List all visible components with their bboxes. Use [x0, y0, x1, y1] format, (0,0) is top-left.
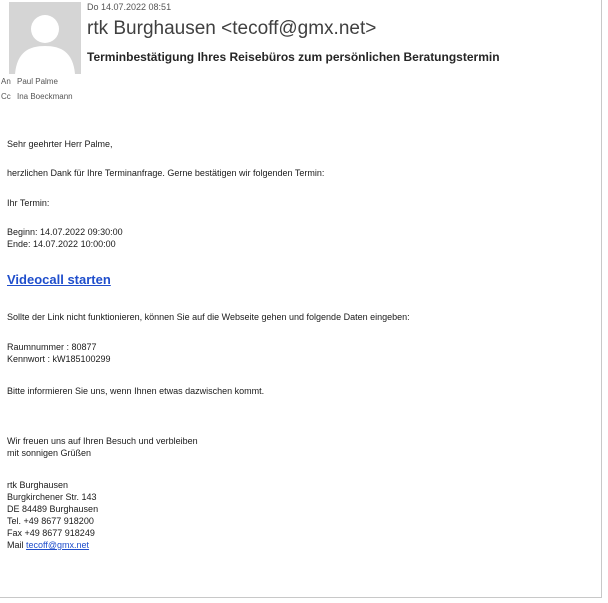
signature-street: Burgkirchener Str. 143 [7, 492, 97, 502]
sender-avatar [9, 2, 81, 74]
mail-link[interactable]: tecoff@gmx.net [26, 540, 89, 550]
person-placeholder-icon [9, 2, 81, 74]
cc-recipient[interactable]: Ina Boeckmann [17, 92, 73, 101]
cc-row: Cc Ina Boeckmann [1, 92, 73, 101]
email-subject: Terminbestätigung Ihres Reisebüros zum p… [87, 50, 500, 64]
signature-name: rtk Burghausen [7, 480, 69, 490]
signature-block: rtk Burghausen Burgkirchener Str. 143 DE… [7, 479, 98, 551]
greeting-line: Sehr geehrter Herr Palme, [7, 139, 113, 149]
thanks-line: herzlichen Dank für Ihre Terminanfrage. … [7, 168, 325, 178]
start-time: Beginn: 14.07.2022 09:30:00 [7, 227, 123, 237]
password-line: Kennwort : kW185100299 [7, 354, 111, 364]
looking-forward-line: Wir freuen uns auf Ihren Besuch und verb… [7, 436, 198, 446]
videocall-link[interactable]: Videocall starten [7, 273, 111, 286]
to-recipient[interactable]: Paul Palme [17, 77, 58, 86]
sent-date: Do 14.07.2022 08:51 [87, 2, 172, 12]
inform-line: Bitte informieren Sie uns, wenn Ihnen et… [7, 386, 265, 396]
mail-label: Mail [7, 540, 24, 550]
end-time: Ende: 14.07.2022 10:00:00 [7, 239, 116, 249]
signature-mail-row: Mail tecoff@gmx.net [7, 539, 98, 551]
signature-fax: Fax +49 8677 918249 [7, 528, 95, 538]
regards-line: mit sonnigen Grüßen [7, 448, 92, 458]
to-label: An [1, 77, 11, 86]
termin-label: Ihr Termin: [7, 198, 50, 208]
sender-name[interactable]: rtk Burghausen <tecoff@gmx.net> [87, 18, 376, 40]
to-row: An Paul Palme [1, 77, 58, 86]
fallback-instructions: Sollte der Link nicht funktionieren, kön… [7, 312, 410, 322]
signature-city: DE 84489 Burghausen [7, 504, 99, 514]
signature-tel: Tel. +49 8677 918200 [7, 516, 94, 526]
email-window: Do 14.07.2022 08:51 rtk Burghausen <teco… [0, 0, 602, 598]
cc-label: Cc [1, 92, 11, 101]
room-number: Raumnummer : 80877 [7, 342, 97, 352]
email-header: Do 14.07.2022 08:51 rtk Burghausen <teco… [0, 0, 600, 106]
